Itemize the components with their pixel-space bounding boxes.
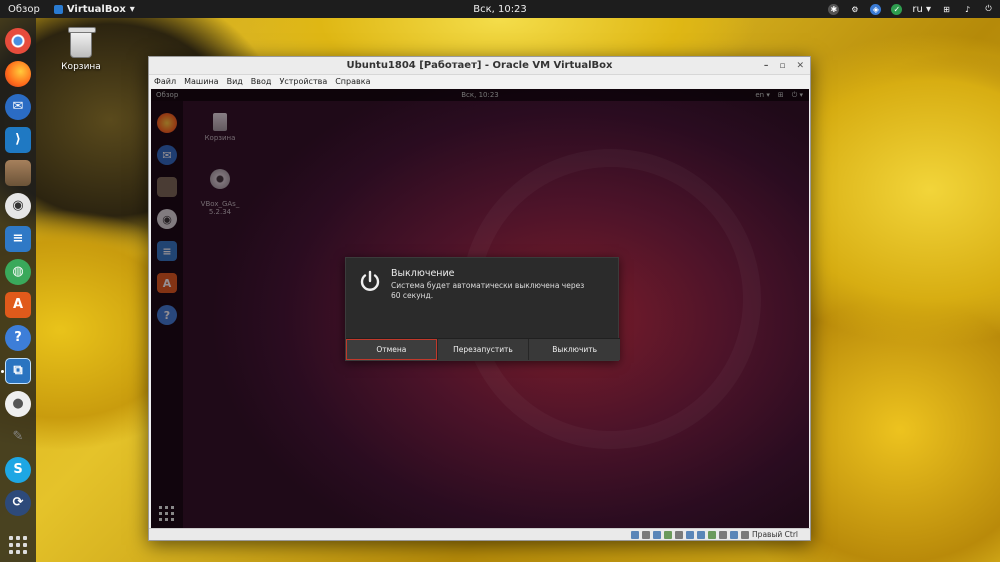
volume-icon[interactable]: ♪ (962, 4, 973, 15)
minimize-icon[interactable]: – (764, 61, 769, 71)
vm-rhythmbox-icon[interactable]: ◉ (157, 209, 177, 229)
dialog-title: Выключение (391, 268, 455, 279)
show-applications-icon[interactable] (9, 536, 27, 554)
window-title: Ubuntu1804 [Работает] - Oracle VM Virtua… (346, 60, 613, 71)
audio-icon[interactable] (653, 530, 662, 539)
vm-desktop-trash[interactable]: Корзина (195, 113, 245, 142)
status-bar: Правый Ctrl (149, 528, 810, 540)
menu-input[interactable]: Ввод (251, 77, 272, 86)
dock: ✉ ⟩ ◉ ≡ ◍ A ? ⧉ ● ✎ S ⟳ (0, 18, 36, 562)
desktop-trash-label: Корзина (61, 62, 101, 72)
host-key-label: Правый Ctrl (752, 530, 798, 539)
vm-trash-icon (213, 113, 227, 131)
libreoffice-writer-icon[interactable]: ≡ (5, 225, 31, 252)
network-tool-icon[interactable]: ◍ (5, 258, 31, 285)
mouse-integration-icon[interactable] (730, 530, 739, 539)
trash-icon (68, 27, 96, 58)
sync-icon[interactable]: ✓ (891, 3, 903, 15)
vm-files-icon[interactable] (157, 177, 177, 197)
vm-show-applications-icon[interactable] (159, 506, 174, 521)
desktop-trash[interactable]: Корзина (58, 27, 104, 72)
dialog-message: Система будет автоматически выключена че… (391, 281, 585, 300)
rhythmbox-icon[interactable]: ◉ (5, 192, 31, 219)
shutdown-dialog: Выключение Система будет автоматически в… (345, 257, 621, 361)
files-icon[interactable] (5, 159, 31, 186)
optical-drive-icon[interactable] (642, 530, 651, 539)
menu-file[interactable]: Файл (154, 77, 176, 86)
maximize-icon[interactable]: ▫ (779, 61, 785, 71)
thunderbird-icon[interactable]: ✉ (5, 93, 31, 120)
software-center-icon[interactable]: A (5, 291, 31, 318)
vm-screen[interactable]: Обзор Вск, 10:23 en ▾ ⊞ ⏻ ▾ ✉ ◉ ≡ A ? Ко… (151, 89, 809, 529)
cd-icon (210, 169, 230, 189)
chevron-down-icon: ▾ (129, 3, 135, 15)
gimp-icon[interactable]: ✎ (5, 424, 31, 450)
top-bar: Обзор VirtualBox ▾ Вск, 10:23 ✱ ⚙ ◈ ✓ ru… (0, 0, 1000, 18)
cancel-button[interactable]: Отмена (346, 339, 438, 360)
app-menu-label: VirtualBox (66, 3, 126, 15)
vm-language[interactable]: en ▾ (755, 91, 770, 100)
menu-bar: Файл Машина Вид Ввод Устройства Справка (149, 75, 810, 88)
hdd-icon[interactable] (631, 530, 640, 539)
vm-thunderbird-icon[interactable]: ✉ (157, 145, 177, 165)
restart-button[interactable]: Перезапустить (437, 339, 530, 360)
vm-power-icon[interactable]: ⏻ ▾ (792, 91, 803, 100)
vm-clock[interactable]: Вск, 10:23 (461, 91, 499, 99)
vm-firefox-icon[interactable] (157, 113, 177, 133)
vm-activities[interactable]: Обзор (151, 91, 178, 99)
power-off-button[interactable]: Выключить (529, 339, 621, 360)
host-key-icon (741, 530, 750, 539)
vm-help-icon[interactable]: ? (157, 305, 177, 325)
vm-dock: ✉ ◉ ≡ A ? (151, 101, 183, 529)
vm-top-bar: Обзор Вск, 10:23 en ▾ ⊞ ⏻ ▾ (151, 89, 809, 101)
network-status-icon[interactable] (664, 530, 673, 539)
eclipse-icon[interactable]: ⟳ (5, 489, 31, 516)
cpu-icon[interactable] (719, 530, 728, 539)
settings-icon[interactable]: ⚙ (849, 4, 860, 15)
indicator-icon[interactable]: ◈ (870, 3, 882, 15)
usb-icon[interactable] (675, 530, 684, 539)
virtualbox-icon (53, 4, 63, 14)
firefox-icon[interactable] (5, 60, 31, 87)
window-titlebar[interactable]: Ubuntu1804 [Работает] - Oracle VM Virtua… (149, 57, 810, 75)
help-icon[interactable]: ? (5, 324, 31, 351)
recording-icon[interactable] (708, 530, 717, 539)
close-icon[interactable]: ✕ (796, 61, 804, 71)
power-icon[interactable]: ⏻ (983, 4, 994, 15)
vm-network-icon[interactable]: ⊞ (778, 91, 784, 100)
virtualbox-window: Ubuntu1804 [Работает] - Oracle VM Virtua… (148, 56, 811, 541)
vm-trash-label: Корзина (204, 134, 236, 142)
menu-view[interactable]: Вид (227, 77, 243, 86)
menu-help[interactable]: Справка (335, 77, 370, 86)
vscode-icon[interactable]: ⟩ (5, 126, 31, 153)
chromium-icon[interactable] (5, 27, 31, 54)
language-indicator[interactable]: ru ▾ (912, 4, 931, 15)
menu-devices[interactable]: Устройства (279, 77, 327, 86)
network-icon[interactable]: ⊞ (941, 4, 952, 15)
app-menu[interactable]: VirtualBox ▾ (48, 4, 135, 15)
egg-app-icon[interactable]: ● (5, 390, 31, 417)
dialog-buttons: Отмена Перезапустить Выключить (346, 338, 621, 360)
skype-icon[interactable]: S (5, 456, 31, 483)
activities-button[interactable]: Обзор (0, 4, 48, 15)
vm-software-icon[interactable]: A (157, 273, 177, 293)
vm-desktop-cd[interactable]: VBox_GAs_ 5.2.34 (195, 161, 245, 216)
power-icon (360, 270, 380, 291)
shared-folders-icon[interactable] (686, 530, 695, 539)
display-icon[interactable] (697, 530, 706, 539)
system-tray: ✱ ⚙ ◈ ✓ ru ▾ ⊞ ♪ ⏻ (828, 0, 994, 18)
clock[interactable]: Вск, 10:23 (473, 4, 527, 15)
vm-cd-label: VBox_GAs_ 5.2.34 (200, 200, 240, 216)
virtualbox-dock-icon[interactable]: ⧉ (1, 357, 31, 384)
vm-writer-icon[interactable]: ≡ (157, 241, 177, 261)
menu-machine[interactable]: Машина (184, 77, 218, 86)
bluetooth-icon[interactable]: ✱ (828, 3, 840, 15)
